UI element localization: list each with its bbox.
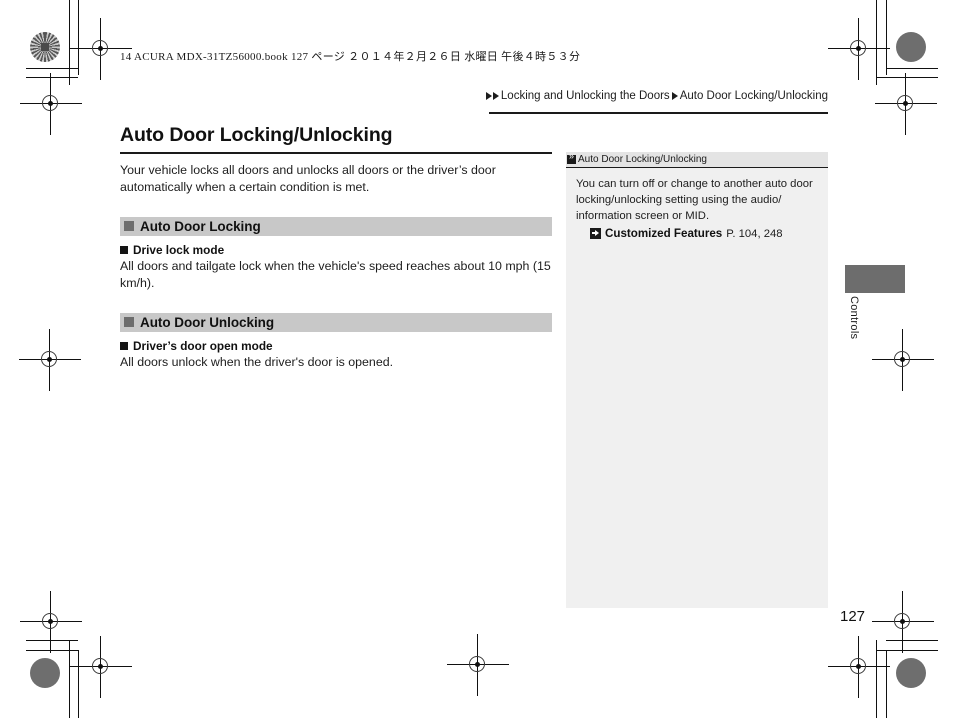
registration-mark-bottom-left-inner bbox=[70, 636, 132, 698]
crop-line-top-right-v1 bbox=[876, 0, 877, 85]
subsection-heading-drive-lock-mode: Drive lock mode bbox=[120, 243, 552, 257]
crop-line-top-right-h2 bbox=[876, 77, 938, 78]
print-color-target-top-left bbox=[30, 32, 60, 62]
cross-reference-page[interactable]: P. 104, 248 bbox=[726, 228, 782, 240]
side-note-header: Auto Door Locking/Unlocking bbox=[566, 152, 828, 168]
subsection-bullet-square-icon-2 bbox=[120, 341, 128, 350]
crop-line-top-right-h1 bbox=[886, 68, 938, 69]
registration-mark-bottom-center bbox=[447, 634, 509, 696]
crop-line-bottom-right-h1 bbox=[886, 640, 938, 641]
side-note-box: Auto Door Locking/Unlocking You can turn… bbox=[566, 152, 828, 608]
cross-reference-link[interactable]: Customized Features P. 104, 248 bbox=[576, 227, 818, 240]
side-note-header-label: Auto Door Locking/Unlocking bbox=[578, 154, 707, 165]
registration-mark-right-middle bbox=[872, 329, 934, 391]
registration-mark-left-middle bbox=[19, 329, 81, 391]
crop-line-bottom-right-v2 bbox=[886, 650, 887, 718]
section-heading-auto-door-unlocking: Auto Door Unlocking bbox=[120, 312, 552, 332]
breadcrumb-marker-icon-2 bbox=[492, 92, 499, 100]
breadcrumb-marker-icon bbox=[485, 92, 492, 100]
chapter-tab-label: Controls bbox=[848, 296, 860, 340]
print-color-target-bottom-right bbox=[896, 658, 926, 688]
main-content: Auto Door Locking/Unlocking Your vehicle… bbox=[120, 124, 552, 372]
section-heading-label: Auto Door Locking bbox=[140, 218, 261, 234]
intro-paragraph: Your vehicle locks all doors and unlocks… bbox=[120, 162, 496, 195]
breadcrumb-separator-icon bbox=[671, 92, 678, 100]
print-color-target-top-right bbox=[896, 32, 926, 62]
section-bullet-square-icon-2 bbox=[124, 317, 134, 328]
crop-line-top-left-h1 bbox=[26, 68, 78, 69]
registration-mark-bottom-right-inner bbox=[828, 636, 890, 698]
subsection-bullet-square-icon bbox=[120, 245, 128, 254]
registration-mark-top-left-inner bbox=[20, 73, 82, 135]
crop-line-bottom-left-h1 bbox=[26, 640, 78, 641]
registration-mark-top-left-outer bbox=[70, 18, 132, 80]
page-title: Auto Door Locking/Unlocking bbox=[120, 124, 393, 146]
title-divider bbox=[120, 152, 552, 154]
registration-mark-top-right-outer bbox=[828, 18, 890, 80]
crop-line-bottom-right-h2 bbox=[876, 650, 938, 651]
print-color-target-bottom-left bbox=[30, 658, 60, 688]
breadcrumb: Locking and Unlocking the Doors Auto Doo… bbox=[485, 90, 828, 102]
registration-mark-top-right-inner bbox=[875, 73, 937, 135]
side-note-body: You can turn off or change to another au… bbox=[566, 168, 828, 608]
crop-line-bottom-left-v2 bbox=[78, 650, 79, 718]
crop-line-bottom-left-h2 bbox=[26, 650, 78, 651]
crop-line-bottom-right-v1 bbox=[876, 640, 877, 718]
chapter-tab-marker bbox=[845, 265, 905, 293]
breadcrumb-divider bbox=[489, 112, 828, 114]
subsection-heading-drivers-door-open-mode: Driver’s door open mode bbox=[120, 339, 552, 353]
crop-line-bottom-left-v1 bbox=[69, 640, 70, 718]
section-body-drivers-door-open-mode: All doors unlock when the driver's door … bbox=[120, 354, 394, 369]
cross-reference-name[interactable]: Customized Features bbox=[605, 227, 722, 240]
section-heading-auto-door-locking: Auto Door Locking bbox=[120, 216, 552, 236]
subsection-heading-label-2: Driver’s door open mode bbox=[133, 338, 273, 353]
section-body-drive-lock-mode: All doors and tailgate lock when the veh… bbox=[120, 258, 551, 291]
section-heading-label-2: Auto Door Unlocking bbox=[140, 314, 275, 330]
crop-line-top-left-v1 bbox=[69, 0, 70, 85]
breadcrumb-level-2[interactable]: Auto Door Locking/Unlocking bbox=[680, 90, 828, 102]
page-number: 127 bbox=[840, 608, 866, 625]
section-bullet-square-icon bbox=[124, 221, 134, 232]
go-to-reference-icon bbox=[590, 228, 601, 240]
subsection-heading-label: Drive lock mode bbox=[133, 242, 225, 257]
crop-line-top-left-h2 bbox=[26, 77, 78, 78]
print-job-line: 14 ACURA MDX-31TZ56000.book 127 ページ ２０１４… bbox=[120, 51, 581, 63]
registration-mark-bottom-right-outer bbox=[872, 591, 934, 653]
registration-mark-bottom-left-outer bbox=[20, 591, 82, 653]
note-marker-icon bbox=[567, 152, 576, 164]
breadcrumb-level-1[interactable]: Locking and Unlocking the Doors bbox=[501, 90, 670, 102]
crop-line-top-right-v2 bbox=[886, 0, 887, 75]
crop-line-top-left-v2 bbox=[78, 0, 79, 75]
side-note-text: You can turn off or change to another au… bbox=[576, 178, 813, 222]
